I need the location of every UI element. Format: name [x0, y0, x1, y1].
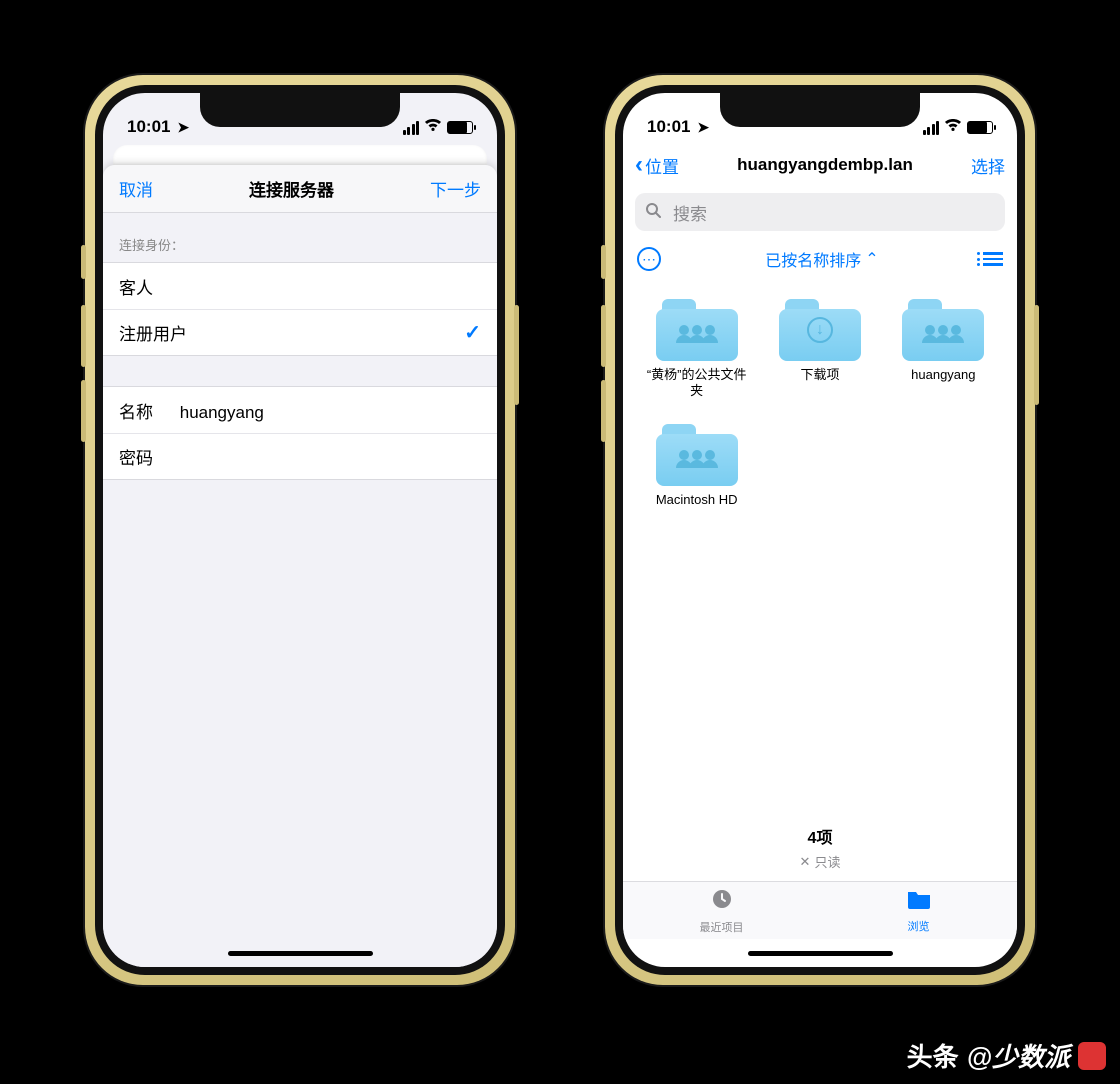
item-count: 4项 — [623, 824, 1017, 848]
battery-icon — [967, 121, 993, 134]
tab-bar: 最近项目 浏览 — [623, 881, 1017, 939]
folder-name: huangyang — [888, 367, 999, 383]
home-indicator[interactable] — [103, 939, 497, 967]
cellular-signal-icon — [403, 121, 420, 135]
power-button[interactable] — [514, 305, 519, 405]
watermark: 头条 @少数派 — [907, 1037, 1106, 1074]
search-icon — [645, 202, 661, 223]
search-placeholder-text: 搜索 — [673, 200, 707, 225]
battery-icon — [447, 121, 473, 134]
status-time: 10:01 ➤ — [647, 117, 709, 137]
identity-registered-label: 注册用户 — [119, 320, 187, 345]
phone-frame-right: 10:01 ➤ ‹ 位置 huangyangdembp.lan 选择 — [605, 75, 1035, 985]
clock-icon — [710, 887, 734, 917]
people-icon — [902, 299, 984, 361]
readonly-indicator: ✕ 只读 — [623, 852, 1017, 871]
cancel-button[interactable]: 取消 — [119, 176, 153, 201]
folder-item[interactable]: “黄杨”的公共文件夹 — [641, 299, 752, 400]
tab-recent[interactable]: 最近项目 — [623, 882, 820, 939]
wifi-icon — [424, 118, 442, 137]
name-label: 名称 — [119, 398, 175, 423]
folder-icon — [902, 299, 984, 361]
sort-row: ⋯ 已按名称排序 ⌃ — [623, 241, 1017, 283]
folder-icon: ↓ — [779, 299, 861, 361]
chevron-up-icon: ⌃ — [865, 249, 878, 269]
next-button[interactable]: 下一步 — [430, 176, 481, 201]
status-time: 10:01 ➤ — [127, 117, 189, 137]
list-view-button[interactable] — [983, 252, 1003, 266]
credentials-group: 名称 huangyang 密码 — [103, 386, 497, 480]
folder-tab-icon — [906, 888, 932, 916]
watermark-logo-icon — [1078, 1042, 1106, 1070]
folder-grid: “黄杨”的公共文件夹 ↓ 下载项 huangyang — [623, 283, 1017, 524]
folder-icon — [656, 299, 738, 361]
connect-server-modal: 取消 连接服务器 下一步 连接身份： 客人 注册用户 ✓ — [103, 165, 497, 967]
readonly-label: 只读 — [814, 852, 840, 871]
back-label: 位置 — [645, 153, 679, 178]
folder-name: 下载项 — [764, 367, 875, 383]
watermark-brand: 头条 — [907, 1037, 959, 1074]
watermark-author: @少数派 — [967, 1037, 1070, 1074]
tab-browse[interactable]: 浏览 — [820, 882, 1017, 939]
x-icon: ✕ — [800, 854, 811, 870]
location-title: huangyangdembp.lan — [737, 155, 913, 175]
cellular-signal-icon — [923, 121, 940, 135]
select-button[interactable]: 选择 — [971, 153, 1005, 178]
identity-registered-row[interactable]: 注册用户 ✓ — [103, 309, 497, 355]
power-button[interactable] — [1034, 305, 1039, 405]
identity-guest-row[interactable]: 客人 — [103, 263, 497, 309]
search-input[interactable]: 搜索 — [635, 193, 1005, 231]
more-options-button[interactable]: ⋯ — [637, 247, 661, 271]
folder-item[interactable]: huangyang — [888, 299, 999, 400]
folder-item[interactable]: ↓ 下载项 — [764, 299, 875, 400]
password-field-row[interactable]: 密码 — [103, 433, 497, 479]
people-icon — [656, 299, 738, 361]
password-label: 密码 — [119, 444, 175, 469]
people-icon — [656, 424, 738, 486]
volume-down-button[interactable] — [81, 380, 86, 442]
home-indicator[interactable] — [623, 939, 1017, 967]
status-bar: 10:01 ➤ — [103, 93, 497, 141]
location-arrow-icon: ➤ — [693, 119, 709, 135]
tab-browse-label: 浏览 — [908, 918, 930, 934]
files-navbar: ‹ 位置 huangyangdembp.lan 选择 — [623, 141, 1017, 189]
sort-label: 已按名称排序 — [765, 247, 861, 271]
background-card — [113, 145, 487, 165]
identity-section-header: 连接身份： — [103, 213, 497, 262]
download-icon: ↓ — [779, 299, 861, 361]
name-field-row[interactable]: 名称 huangyang — [103, 387, 497, 433]
volume-down-button[interactable] — [601, 380, 606, 442]
folder-name: “黄杨”的公共文件夹 — [641, 367, 752, 400]
tab-recent-label: 最近项目 — [700, 919, 744, 935]
folder-summary: 4项 ✕ 只读 — [623, 806, 1017, 881]
folder-icon — [656, 424, 738, 486]
back-button[interactable]: ‹ 位置 — [635, 153, 679, 178]
modal-title: 连接服务器 — [249, 176, 334, 201]
modal-navbar: 取消 连接服务器 下一步 — [103, 165, 497, 213]
silent-switch[interactable] — [81, 245, 86, 279]
silent-switch[interactable] — [601, 245, 606, 279]
status-bar: 10:01 ➤ — [623, 93, 1017, 141]
volume-up-button[interactable] — [81, 305, 86, 367]
volume-up-button[interactable] — [601, 305, 606, 367]
phone-frame-left: 10:01 ➤ 取消 连接服务器 下一步 连接身份： — [85, 75, 515, 985]
location-arrow-icon: ➤ — [173, 119, 189, 135]
checkmark-icon: ✓ — [464, 320, 481, 345]
sort-button[interactable]: 已按名称排序 ⌃ — [765, 247, 878, 271]
identity-group: 客人 注册用户 ✓ — [103, 262, 497, 356]
folder-name: Macintosh HD — [641, 492, 752, 508]
folder-item[interactable]: Macintosh HD — [641, 424, 752, 508]
name-value: huangyang — [180, 403, 264, 422]
identity-guest-label: 客人 — [119, 274, 153, 299]
wifi-icon — [944, 118, 962, 137]
